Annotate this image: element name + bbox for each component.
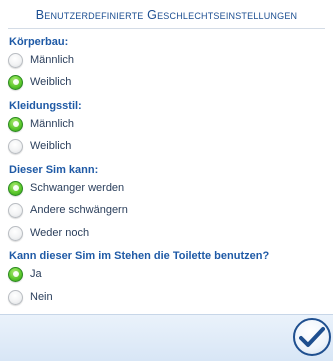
radio-button-selected[interactable] bbox=[8, 74, 23, 90]
title-divider bbox=[8, 28, 325, 29]
section-label-pregnancy: Dieser Sim kann: bbox=[9, 164, 99, 176]
radio-option-clothing-male[interactable]: Männlich bbox=[8, 115, 74, 133]
option-label: Nein bbox=[30, 291, 53, 303]
option-label: Männlich bbox=[30, 54, 75, 66]
dialog-footer bbox=[0, 314, 333, 361]
radio-dot-icon bbox=[12, 79, 19, 85]
radio-option-impregnate-others[interactable]: Andere schwängern bbox=[8, 201, 128, 219]
radio-option-neither[interactable]: Weder noch bbox=[8, 224, 89, 242]
radio-dot-icon bbox=[12, 185, 19, 191]
radio-button-selected[interactable] bbox=[8, 116, 23, 132]
radio-option-no[interactable]: Nein bbox=[8, 288, 53, 306]
radio-button[interactable] bbox=[8, 202, 23, 218]
option-label: Weder noch bbox=[30, 227, 90, 239]
option-label: Weiblich bbox=[30, 140, 72, 152]
confirm-button[interactable] bbox=[293, 318, 331, 356]
option-label: Weiblich bbox=[30, 76, 72, 88]
radio-dot-icon bbox=[12, 121, 19, 127]
radio-option-body-female[interactable]: Weiblich bbox=[8, 73, 71, 91]
radio-button-selected[interactable] bbox=[8, 266, 23, 282]
gender-settings-dialog: Benutzerdefinierte Geschlechtseinstellun… bbox=[0, 0, 333, 361]
radio-dot-icon bbox=[12, 271, 19, 277]
radio-button[interactable] bbox=[8, 289, 23, 305]
option-label: Andere schwängern bbox=[30, 204, 128, 216]
radio-button[interactable] bbox=[8, 138, 23, 154]
checkmark-icon bbox=[299, 327, 325, 347]
option-label: Männlich bbox=[30, 118, 75, 130]
radio-button[interactable] bbox=[8, 225, 23, 241]
radio-option-body-male[interactable]: Männlich bbox=[8, 51, 74, 69]
option-label: Ja bbox=[30, 268, 42, 280]
radio-option-yes[interactable]: Ja bbox=[8, 265, 42, 283]
section-label-clothing: Kleidungsstil: bbox=[9, 100, 82, 112]
radio-button-selected[interactable] bbox=[8, 180, 23, 196]
section-label-toilet: Kann dieser Sim im Stehen die Toilette b… bbox=[9, 250, 270, 262]
option-label: Schwanger werden bbox=[30, 182, 125, 194]
radio-option-become-pregnant[interactable]: Schwanger werden bbox=[8, 179, 124, 197]
radio-button[interactable] bbox=[8, 52, 23, 68]
section-label-body-frame: Körperbau: bbox=[9, 36, 69, 48]
radio-option-clothing-female[interactable]: Weiblich bbox=[8, 137, 71, 155]
dialog-title: Benutzerdefinierte Geschlechtseinstellun… bbox=[35, 8, 298, 22]
